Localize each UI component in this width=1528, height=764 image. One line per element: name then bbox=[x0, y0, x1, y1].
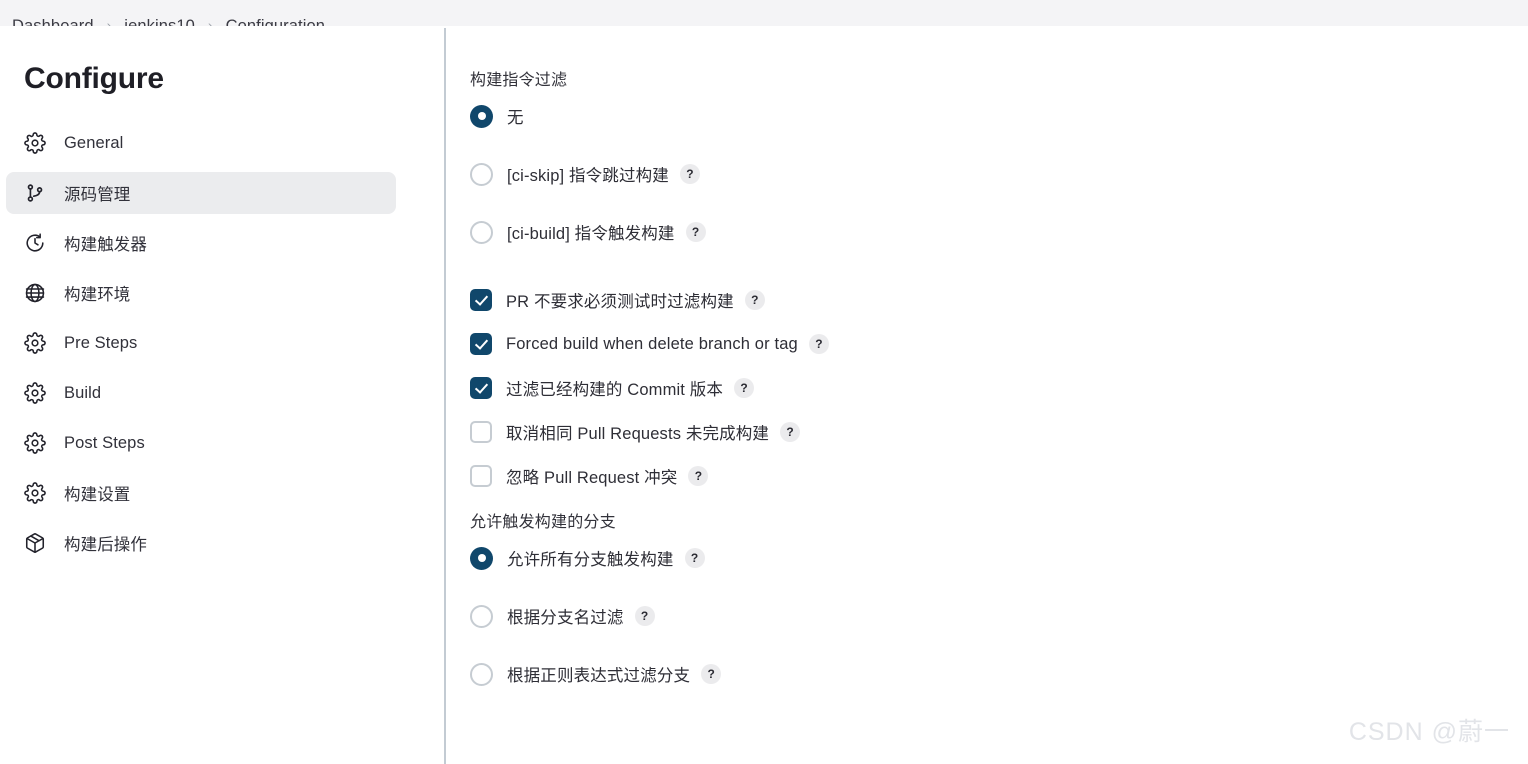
checkbox-option-pr-no-test-required[interactable]: PR 不要求必须测试时过滤构建 ? bbox=[470, 288, 1528, 312]
package-icon bbox=[24, 532, 46, 554]
sidebar-item-build-triggers[interactable]: 构建触发器 bbox=[6, 222, 396, 264]
sidebar-item-post-build-actions[interactable]: 构建后操作 bbox=[6, 522, 396, 564]
sidebar-item-build[interactable]: Build bbox=[6, 372, 396, 414]
checkbox-indicator[interactable] bbox=[470, 465, 492, 487]
sidebar-nav: General 源码管理 构建触发器 构建环境 Pre Steps Build … bbox=[0, 122, 444, 564]
page-title: Configure bbox=[24, 62, 164, 95]
help-icon[interactable]: ? bbox=[780, 422, 801, 442]
checkbox-option-filter-built-commits[interactable]: 过滤已经构建的 Commit 版本 ? bbox=[470, 376, 1528, 400]
radio-option-none[interactable]: 无 bbox=[470, 104, 1528, 128]
radio-option-label: 根据分支名过滤 bbox=[507, 609, 624, 627]
help-icon[interactable]: ? bbox=[744, 290, 765, 310]
sidebar-item-label: 源码管理 bbox=[64, 186, 131, 204]
radio-option-allow-all-branches[interactable]: 允许所有分支触发构建 ? bbox=[470, 546, 1528, 570]
gear-icon bbox=[24, 482, 46, 504]
checkbox-option-ignore-pr-conflicts[interactable]: 忽略 Pull Request 冲突 ? bbox=[470, 464, 1528, 488]
sidebar-item-label: Build bbox=[64, 383, 102, 402]
checkbox-indicator[interactable] bbox=[470, 377, 492, 399]
sidebar-item-source-code-management[interactable]: 源码管理 bbox=[6, 172, 396, 214]
branch-filter-label: 允许触发构建的分支 bbox=[470, 514, 616, 531]
configuration-form: 构建指令过滤 无 [ci-skip] 指令跳过构建 ? [ci-build] 指… bbox=[446, 26, 1528, 764]
sidebar: Configure General 源码管理 构建触发器 构建环境 Pre St… bbox=[0, 26, 444, 764]
checkbox-indicator[interactable] bbox=[470, 421, 492, 443]
sidebar-item-label: 构建环境 bbox=[64, 286, 131, 304]
branch-filter-group: 允许所有分支触发构建 ? 根据分支名过滤 ? 根据正则表达式过滤分支 ? bbox=[470, 546, 1528, 686]
help-icon[interactable]: ? bbox=[684, 548, 705, 568]
build-options-checkbox-group: PR 不要求必须测试时过滤构建 ? Forced build when dele… bbox=[470, 288, 1528, 488]
radio-option-label: 根据正则表达式过滤分支 bbox=[507, 667, 691, 685]
radio-indicator[interactable] bbox=[470, 104, 493, 128]
watermark: CSDN @蔚一 bbox=[1348, 718, 1510, 746]
sidebar-item-label: 构建设置 bbox=[64, 486, 131, 504]
help-icon[interactable]: ? bbox=[679, 164, 700, 184]
radio-indicator[interactable] bbox=[470, 662, 493, 686]
branch-filter-section: 允许触发构建的分支 允许所有分支触发构建 ? 根据分支名过滤 ? 根据正则表达式… bbox=[470, 508, 1528, 686]
help-icon[interactable]: ? bbox=[701, 664, 722, 684]
sidebar-item-label: 构建触发器 bbox=[64, 236, 147, 254]
gear-icon bbox=[24, 382, 46, 404]
globe-icon bbox=[24, 282, 46, 304]
gear-icon bbox=[24, 132, 46, 154]
checkbox-option-label: Forced build when delete branch or tag bbox=[506, 334, 798, 353]
radio-option-ci-build[interactable]: [ci-build] 指令触发构建 ? bbox=[470, 220, 1528, 244]
sidebar-item-label: General bbox=[64, 133, 124, 152]
build-command-filter-group: 无 [ci-skip] 指令跳过构建 ? [ci-build] 指令触发构建 ? bbox=[470, 104, 1528, 244]
breadcrumb-item-dashboard[interactable]: Dashboard bbox=[12, 17, 94, 26]
radio-option-ci-skip[interactable]: [ci-skip] 指令跳过构建 ? bbox=[470, 162, 1528, 186]
radio-option-label: 允许所有分支触发构建 bbox=[507, 551, 674, 569]
radio-indicator[interactable] bbox=[470, 546, 493, 570]
sidebar-item-label: Pre Steps bbox=[64, 333, 138, 352]
radio-indicator[interactable] bbox=[470, 220, 493, 244]
sidebar-item-build-settings[interactable]: 构建设置 bbox=[6, 472, 396, 514]
radio-option-label: [ci-build] 指令触发构建 bbox=[507, 225, 675, 243]
help-icon[interactable]: ? bbox=[634, 606, 655, 626]
checkbox-indicator[interactable] bbox=[470, 333, 492, 355]
checkbox-option-cancel-incomplete-pr-builds[interactable]: 取消相同 Pull Requests 未完成构建 ? bbox=[470, 420, 1528, 444]
breadcrumb: Dashboard › jenkins10 › Configuration bbox=[0, 0, 1528, 26]
help-icon[interactable]: ? bbox=[688, 466, 709, 486]
help-icon[interactable]: ? bbox=[685, 222, 706, 242]
checkbox-option-label: 忽略 Pull Request 冲突 bbox=[506, 469, 678, 487]
gear-icon bbox=[24, 432, 46, 454]
sidebar-item-label: 构建后操作 bbox=[64, 536, 147, 554]
radio-option-filter-by-regex[interactable]: 根据正则表达式过滤分支 ? bbox=[470, 662, 1528, 686]
help-icon[interactable]: ? bbox=[808, 334, 829, 354]
checkbox-option-label: PR 不要求必须测试时过滤构建 bbox=[506, 293, 734, 311]
radio-option-label: 无 bbox=[507, 109, 524, 127]
gear-icon bbox=[24, 332, 46, 354]
sidebar-item-label: Post Steps bbox=[64, 433, 145, 452]
breadcrumb-separator: › bbox=[106, 17, 112, 26]
checkbox-option-label: 过滤已经构建的 Commit 版本 bbox=[506, 381, 724, 399]
radio-option-label: [ci-skip] 指令跳过构建 bbox=[507, 167, 669, 185]
clock-icon bbox=[24, 232, 46, 254]
radio-option-filter-by-branch-name[interactable]: 根据分支名过滤 ? bbox=[470, 604, 1528, 628]
sidebar-item-build-environment[interactable]: 构建环境 bbox=[6, 272, 396, 314]
radio-indicator[interactable] bbox=[470, 162, 493, 186]
sidebar-item-post-steps[interactable]: Post Steps bbox=[6, 422, 396, 464]
checkbox-option-label: 取消相同 Pull Requests 未完成构建 bbox=[506, 425, 770, 443]
breadcrumb-item-configuration[interactable]: Configuration bbox=[226, 17, 325, 26]
sidebar-item-pre-steps[interactable]: Pre Steps bbox=[6, 322, 396, 364]
radio-indicator[interactable] bbox=[470, 604, 493, 628]
help-icon[interactable]: ? bbox=[734, 378, 755, 398]
sidebar-item-general[interactable]: General bbox=[6, 122, 396, 164]
breadcrumb-separator: › bbox=[207, 17, 213, 26]
build-command-filter-label: 构建指令过滤 bbox=[470, 72, 568, 89]
checkbox-indicator[interactable] bbox=[470, 289, 492, 311]
checkbox-option-forced-build-on-delete[interactable]: Forced build when delete branch or tag ? bbox=[470, 332, 1528, 356]
breadcrumb-item-job[interactable]: jenkins10 bbox=[124, 17, 195, 26]
git-branch-icon bbox=[24, 182, 46, 204]
